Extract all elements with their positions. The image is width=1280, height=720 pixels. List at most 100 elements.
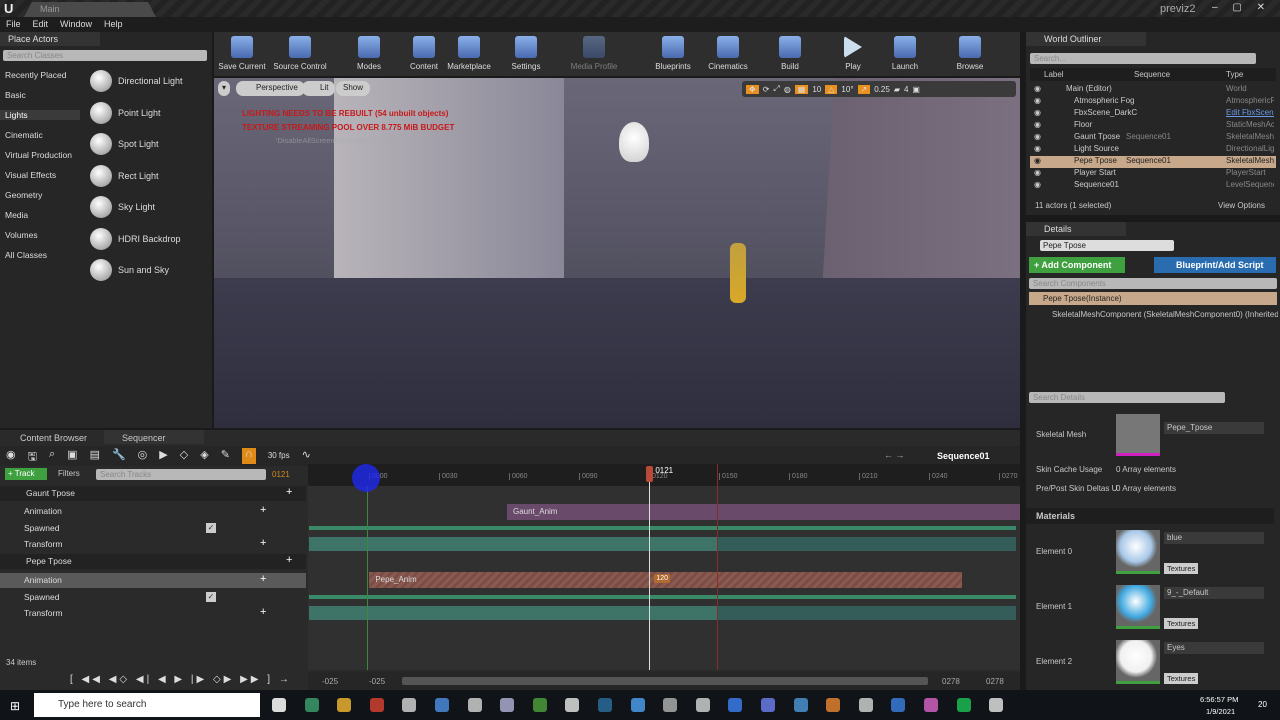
lit-button[interactable]: Lit — [302, 81, 336, 96]
toolbar-save-current-button[interactable]: Save Current — [212, 36, 272, 71]
save-icon[interactable]: 🖫 — [28, 448, 37, 464]
taskbar-app-icon[interactable] — [826, 698, 841, 712]
keyframe-icon[interactable]: ◈ — [200, 448, 208, 464]
end-marker[interactable] — [717, 464, 718, 670]
textures-button[interactable]: Textures — [1164, 673, 1199, 684]
track-transform[interactable]: Transform + — [0, 606, 306, 621]
grid-snap-icon[interactable]: ▦ — [794, 84, 809, 94]
eye-icon[interactable]: ◉ — [1034, 96, 1041, 105]
taskbar-app-icon[interactable] — [369, 698, 384, 712]
toolbar-settings-button[interactable]: Settings — [496, 36, 556, 71]
skeletal-mesh-dropdown[interactable]: Pepe_Tpose — [1164, 422, 1264, 434]
taskbar-app-icon[interactable] — [630, 698, 645, 712]
gaunt-transform-bar[interactable] — [308, 537, 717, 551]
window-controls[interactable]: ‒ ▢ ✕ — [1212, 2, 1271, 13]
taskbar-app-icon[interactable] — [924, 698, 938, 712]
material-thumbnail[interactable] — [1116, 585, 1160, 629]
taskbar-app-icon[interactable] — [337, 698, 352, 712]
textures-button[interactable]: Textures — [1164, 618, 1199, 629]
filters-button[interactable]: Filters — [58, 469, 80, 478]
add-icon[interactable]: + — [260, 504, 266, 516]
track-pepe-tpose[interactable]: Pepe Tpose + — [0, 554, 306, 569]
perspective-button[interactable]: Perspective — [236, 81, 305, 96]
column-type[interactable]: Type — [1226, 70, 1243, 79]
taskbar-app-icon[interactable] — [728, 698, 743, 712]
eye-icon[interactable]: ◉ — [1034, 180, 1041, 189]
tab-sequencer[interactable]: Sequencer — [104, 430, 204, 444]
scale-tool-icon[interactable]: ⤢ — [773, 84, 779, 94]
notifications-icon[interactable]: 20 — [1258, 700, 1267, 709]
category-visual-effects[interactable]: Visual Effects — [5, 170, 56, 180]
curve-editor-icon[interactable]: ∿ — [302, 448, 311, 464]
actor-item[interactable]: Rect Light — [90, 164, 210, 187]
eye-icon[interactable]: ◉ — [1034, 108, 1041, 117]
actor-item[interactable]: Sun and Sky — [90, 259, 210, 281]
outliner-search-input[interactable]: Search... — [1030, 53, 1256, 64]
tab-main[interactable]: Main — [24, 2, 156, 17]
tools-icon[interactable]: 🔧 — [112, 448, 126, 464]
toolbar-play-button[interactable]: Play — [823, 36, 883, 71]
toolbar-browse-button[interactable]: Browse — [940, 36, 1000, 71]
textures-button[interactable]: Textures — [1164, 563, 1199, 574]
column-label[interactable]: Label — [1044, 70, 1064, 79]
world-icon[interactable]: ◉ — [6, 448, 16, 464]
toolbar-marketplace-button[interactable]: Marketplace — [439, 36, 499, 71]
rotation-snap-value[interactable]: 10° — [841, 85, 853, 94]
skeletal-mesh-component-row[interactable]: SkeletalMeshComponent (SkeletalMeshCompo… — [1052, 310, 1278, 319]
eye-icon[interactable]: ◉ — [1034, 132, 1041, 141]
skeletal-mesh-thumbnail[interactable] — [1116, 414, 1160, 456]
toolbar-blueprints-button[interactable]: Blueprints — [643, 36, 703, 71]
taskbar-app-icon[interactable] — [500, 698, 515, 712]
category-all-classes[interactable]: All Classes — [5, 250, 47, 260]
toolbar-launch-button[interactable]: Launch — [875, 36, 935, 71]
taskbar-app-icon[interactable] — [761, 698, 775, 712]
actor-item[interactable]: Spot Light — [90, 133, 210, 155]
track-animation[interactable]: Animation + — [0, 504, 306, 519]
taskbar-app-icon[interactable] — [402, 698, 417, 712]
play-end-field[interactable]: 0278 — [942, 677, 960, 686]
add-icon[interactable]: + — [260, 537, 266, 549]
add-icon[interactable]: + — [260, 573, 266, 585]
start-marker[interactable] — [367, 486, 368, 670]
gaunt-transform-bar-tail[interactable] — [717, 537, 1016, 551]
play-options-icon[interactable]: ▶ — [159, 448, 167, 464]
category-virtual-production[interactable]: Virtual Production — [5, 150, 72, 160]
material-dropdown[interactable]: Eyes — [1164, 642, 1264, 654]
clock-time[interactable]: 6:56:57 PM — [1200, 695, 1238, 704]
fps-dropdown[interactable]: 30 fps — [268, 448, 290, 464]
actor-item[interactable]: HDRI Backdrop — [90, 227, 210, 250]
place-actors-tab[interactable]: Place Actors — [0, 32, 100, 46]
eye-icon[interactable]: ◉ — [1034, 144, 1041, 153]
playhead-handle[interactable] — [646, 466, 654, 482]
add-icon[interactable]: + — [260, 606, 266, 618]
outliner-row[interactable]: ◉ Pepe Tpose Sequence01 SkeletalMeshActor — [1030, 156, 1276, 168]
actor-item[interactable]: Directional Light — [90, 70, 210, 92]
add-track-button[interactable]: + Track — [5, 468, 47, 480]
category-geometry[interactable]: Geometry — [5, 190, 42, 200]
gaunt-anim-section[interactable]: Gaunt_Anim — [507, 504, 1020, 520]
menu-edit[interactable]: Edit — [33, 19, 49, 30]
category-cinematic[interactable]: Cinematic — [5, 130, 43, 140]
taskbar-app-icon[interactable] — [793, 698, 808, 712]
playhead-line[interactable] — [649, 470, 651, 670]
world-space-icon[interactable]: ◍ — [784, 85, 791, 94]
view-options-button[interactable]: View Options — [1218, 201, 1265, 210]
taskbar-app-icon[interactable] — [304, 698, 319, 712]
category-lights[interactable]: Lights — [0, 110, 80, 120]
outliner-row[interactable]: ◉ Light Source DirectionalLight — [1030, 144, 1276, 156]
taskbar-search-input[interactable]: Type here to search — [34, 693, 260, 717]
toolbar-modes-button[interactable]: Modes — [339, 36, 399, 71]
scale-snap-icon[interactable]: ↗ — [857, 84, 871, 94]
rotation-snap-icon[interactable]: △ — [825, 84, 838, 94]
show-button[interactable]: Show — [336, 81, 371, 96]
pepe-spawned-bar[interactable] — [308, 595, 1016, 599]
taskbar-app-icon[interactable] — [435, 698, 449, 712]
taskbar-app-icon[interactable] — [532, 698, 547, 712]
category-recently-placed[interactable]: Recently Placed — [5, 70, 66, 80]
toolbar-media-profile-button[interactable]: Media Profile — [564, 36, 624, 71]
material-dropdown[interactable]: 9_-_Default — [1164, 587, 1264, 599]
toolbar-source-control-button[interactable]: Source Control — [270, 36, 330, 71]
level-viewport[interactable]: ▾ Perspective Lit Show LIGHTING NEEDS TO… — [214, 78, 1020, 428]
details-tab[interactable]: Details — [1026, 222, 1126, 236]
taskbar-app-icon[interactable] — [695, 698, 710, 712]
